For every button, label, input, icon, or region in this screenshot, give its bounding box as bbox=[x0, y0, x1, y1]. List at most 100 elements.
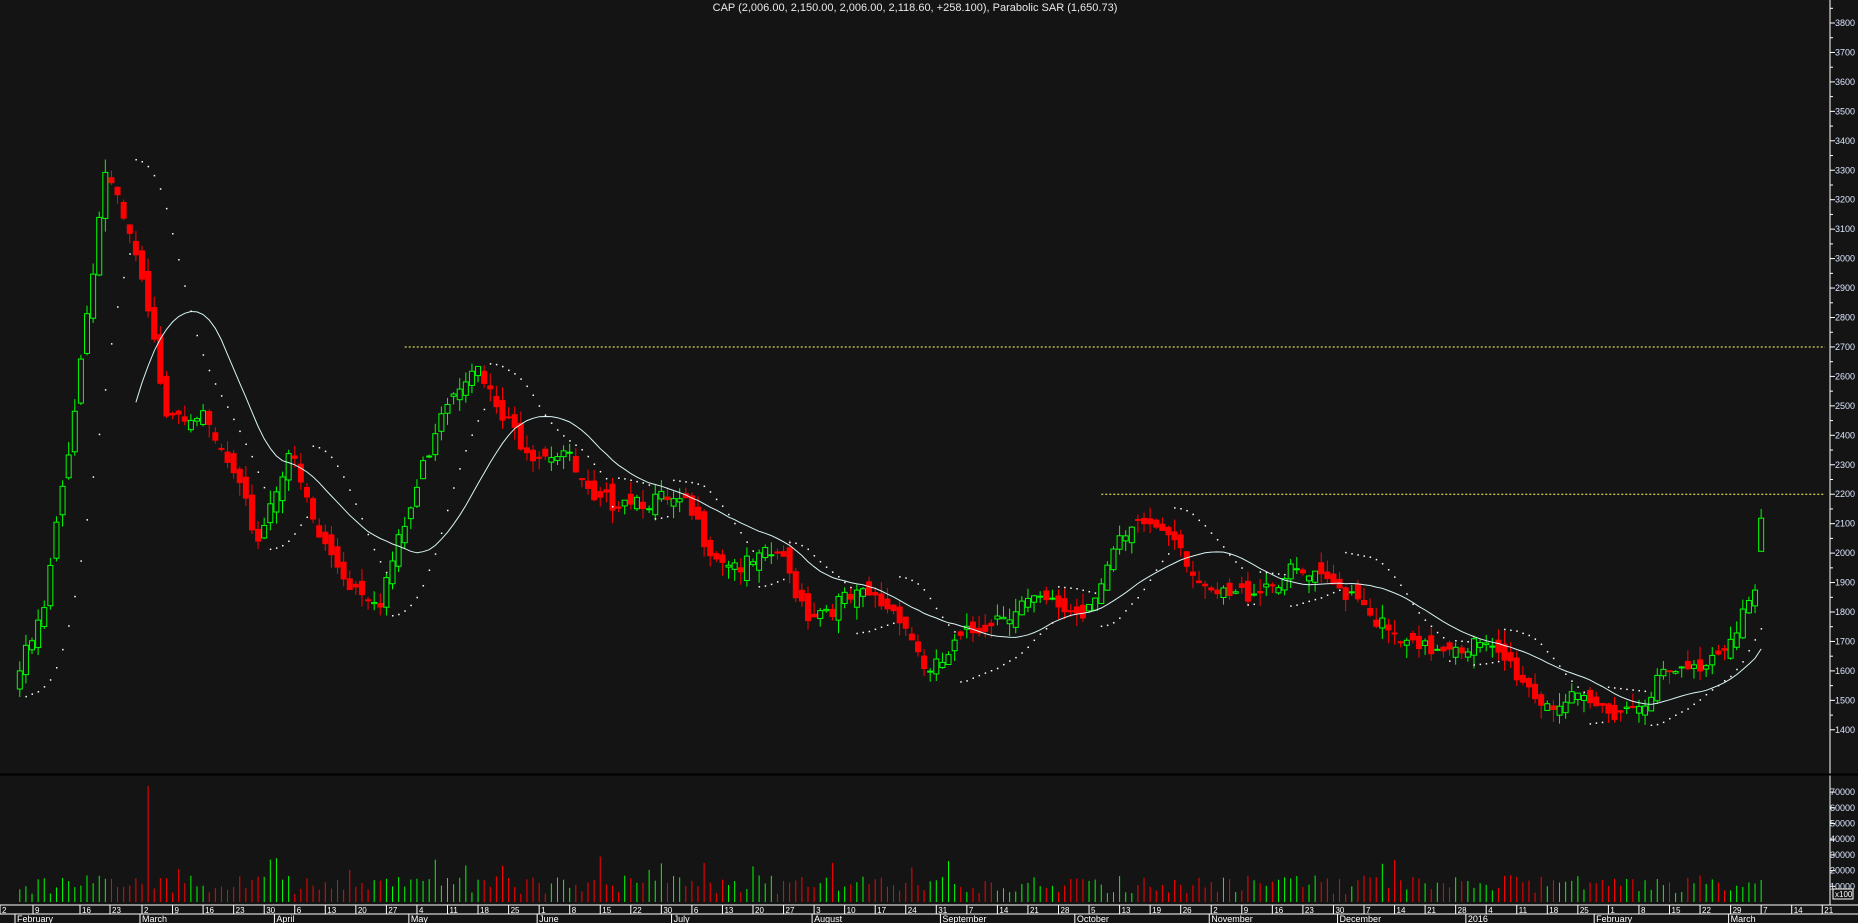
sar-dot bbox=[758, 586, 761, 588]
candle-down bbox=[786, 547, 793, 574]
sar-dot bbox=[984, 672, 987, 674]
candle-down bbox=[1593, 696, 1600, 707]
sar-dot bbox=[1112, 622, 1115, 624]
month-label: May bbox=[411, 914, 429, 923]
candle-up bbox=[927, 670, 934, 673]
sar-dot bbox=[746, 541, 748, 543]
sar-dot bbox=[92, 476, 95, 478]
sar-dot bbox=[1510, 629, 1512, 632]
candle-down bbox=[1446, 642, 1453, 650]
sar-dot bbox=[728, 513, 730, 516]
month-label: March bbox=[142, 914, 167, 923]
sar-dot bbox=[1045, 627, 1048, 630]
sar-dot bbox=[178, 259, 180, 261]
price-tick-label: 2500 bbox=[1835, 401, 1855, 411]
candle-up bbox=[566, 451, 573, 454]
sar-dot bbox=[1583, 691, 1585, 694]
sar-dot bbox=[1216, 539, 1219, 541]
stock-chart[interactable]: 1400150016001700180019002000210022002300… bbox=[0, 0, 1858, 923]
candle-up bbox=[450, 393, 457, 397]
sar-dot bbox=[520, 378, 522, 380]
sar-dot bbox=[74, 595, 76, 598]
volume-unit-label: x100 bbox=[1835, 890, 1853, 899]
candle-down bbox=[1587, 689, 1594, 704]
sar-dot bbox=[220, 395, 223, 397]
candle-down bbox=[1684, 660, 1691, 670]
candle-down bbox=[1629, 705, 1636, 708]
sar-dot bbox=[428, 569, 431, 572]
candle-down bbox=[627, 493, 634, 505]
candle-up bbox=[1727, 638, 1734, 659]
candle-up bbox=[1623, 706, 1630, 710]
candle-down bbox=[1189, 571, 1196, 576]
candle-down bbox=[1079, 604, 1086, 619]
day-tick-label: 28 bbox=[1458, 906, 1467, 915]
candle-up bbox=[670, 498, 677, 507]
sar-dot bbox=[1693, 703, 1695, 706]
candle-down bbox=[701, 511, 708, 548]
candle-up bbox=[193, 418, 200, 422]
candle-up bbox=[444, 403, 451, 414]
day-tick-label: 21 bbox=[1427, 906, 1436, 915]
candle-up bbox=[475, 365, 482, 377]
candle-down bbox=[493, 396, 500, 408]
candle-down bbox=[988, 622, 995, 627]
sar-dot bbox=[776, 581, 779, 583]
sar-dot bbox=[1675, 714, 1677, 717]
candle-down bbox=[1177, 534, 1184, 549]
sar-dot bbox=[288, 540, 290, 543]
sar-dot bbox=[37, 691, 40, 693]
candle-down bbox=[1361, 599, 1367, 606]
sar-dot bbox=[831, 571, 834, 573]
sar-dot bbox=[673, 479, 675, 482]
candle-up bbox=[1562, 701, 1569, 714]
candle-up bbox=[468, 370, 475, 386]
sar-dot bbox=[159, 188, 162, 190]
sar-dot bbox=[1088, 590, 1091, 593]
sar-dot bbox=[1064, 586, 1066, 589]
candle-down bbox=[340, 561, 347, 580]
candle-up bbox=[1709, 654, 1716, 666]
candle-up bbox=[1556, 705, 1563, 716]
sar-dot bbox=[306, 516, 308, 519]
sar-dot bbox=[1277, 573, 1280, 575]
price-tick-label: 2900 bbox=[1835, 283, 1855, 293]
candle-up bbox=[1752, 589, 1759, 607]
month-label: October bbox=[1077, 914, 1109, 923]
candle-down bbox=[896, 606, 903, 624]
candle-down bbox=[1269, 584, 1276, 587]
candle-down bbox=[120, 201, 127, 219]
candle-up bbox=[1758, 517, 1765, 552]
candle-down bbox=[1532, 683, 1539, 700]
candle-down bbox=[291, 455, 298, 459]
sar-dot bbox=[905, 577, 907, 579]
candle-down bbox=[1495, 639, 1502, 653]
sar-dot bbox=[685, 481, 687, 483]
candle-down bbox=[1550, 705, 1557, 711]
candle-down bbox=[1073, 606, 1080, 614]
sar-dot bbox=[165, 207, 168, 210]
sar-dot bbox=[172, 233, 174, 235]
sar-dot bbox=[410, 604, 412, 607]
candle-down bbox=[542, 448, 549, 457]
price-tick-label: 3800 bbox=[1835, 18, 1855, 28]
sar-dot bbox=[31, 693, 34, 695]
sar-dot bbox=[1210, 532, 1213, 534]
candle-down bbox=[1061, 598, 1068, 613]
day-tick-label: 11 bbox=[1519, 906, 1528, 915]
candle-up bbox=[1739, 608, 1746, 639]
sar-dot bbox=[917, 583, 919, 585]
sar-dot bbox=[257, 471, 260, 473]
candle-down bbox=[358, 580, 365, 596]
sar-dot bbox=[593, 463, 596, 465]
sar-dot bbox=[385, 571, 388, 574]
candle-down bbox=[1318, 562, 1325, 575]
sar-dot bbox=[538, 405, 541, 407]
month-label: August bbox=[814, 914, 843, 923]
day-tick-label: 13 bbox=[1122, 906, 1131, 915]
sar-dot bbox=[618, 477, 620, 479]
sar-dot bbox=[783, 578, 785, 581]
candle-up bbox=[35, 619, 42, 649]
sar-dot bbox=[1021, 652, 1023, 654]
candle-down bbox=[1055, 595, 1062, 608]
